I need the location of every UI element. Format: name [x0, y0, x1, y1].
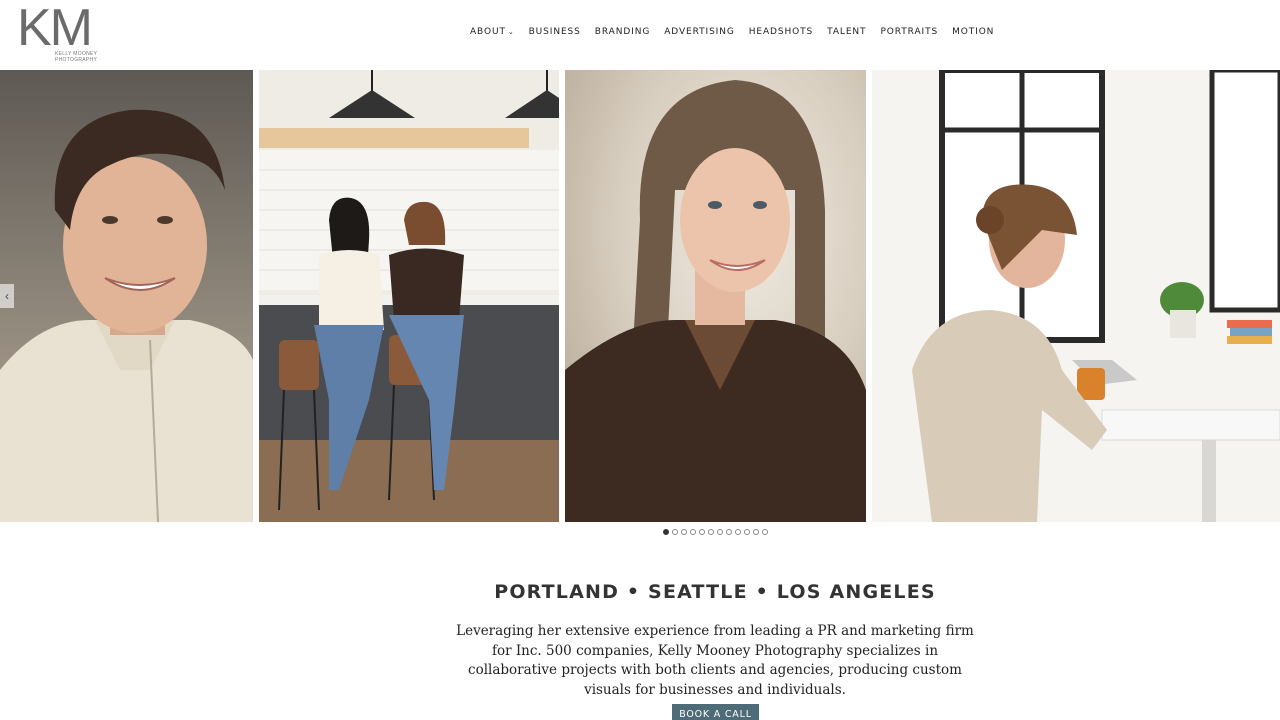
carousel-prev-button[interactable]: ‹ [0, 284, 14, 308]
carousel-dot[interactable] [681, 529, 687, 535]
carousel-dot[interactable] [690, 529, 696, 535]
carousel-dot[interactable] [672, 529, 678, 535]
desk-illustration [872, 70, 1280, 522]
nav-business[interactable]: BUSINESS [529, 27, 581, 37]
logo-mark: KM [17, 0, 93, 57]
carousel-photo-man-sweater [0, 70, 253, 522]
book-a-call-button[interactable]: BOOK A CALL [672, 704, 759, 720]
carousel-dot[interactable] [735, 529, 741, 535]
nav-branding[interactable]: BRANDING [595, 27, 650, 37]
carousel-photo-kitchen-duo [259, 70, 559, 522]
kitchen-illustration [259, 70, 559, 522]
carousel-photo-woman-brown-coat [565, 70, 866, 522]
nav-motion[interactable]: MOTION [952, 27, 994, 37]
nav-portraits[interactable]: PORTRAITS [880, 27, 938, 37]
nav-headshots[interactable]: HEADSHOTS [749, 27, 813, 37]
carousel-dot[interactable] [762, 529, 768, 535]
nav-talent[interactable]: TALENT [827, 27, 866, 37]
nav-about[interactable]: ABOUT ⌄ [470, 27, 515, 37]
chevron-down-icon: ⌄ [507, 28, 515, 36]
nav-advertising[interactable]: ADVERTISING [664, 27, 735, 37]
carousel-dot[interactable] [717, 529, 723, 535]
carousel-dot[interactable] [726, 529, 732, 535]
woman-portrait-illustration [565, 70, 866, 522]
intro-paragraph: Leveraging her extensive experience from… [456, 623, 974, 698]
carousel-dot[interactable] [744, 529, 750, 535]
carousel-dot[interactable] [663, 529, 669, 535]
site-header: KM KELLY MOONEY PHOTOGRAPHY ABOUT ⌄ BUSIN… [0, 0, 1280, 70]
carousel-photo-woman-desk [872, 70, 1280, 522]
carousel-pagination [663, 529, 768, 535]
carousel-dot[interactable] [699, 529, 705, 535]
carousel-dot[interactable] [708, 529, 714, 535]
photo-carousel: ‹ [0, 70, 1280, 522]
nav-about-label: ABOUT [470, 27, 506, 37]
main-nav: ABOUT ⌄ BUSINESS BRANDING ADVERTISING HEA… [470, 27, 1008, 37]
logo-line-2: PHOTOGRAPHY [55, 57, 98, 63]
locations-heading: PORTLAND • SEATTLE • LOS ANGELES [494, 581, 936, 603]
site-logo[interactable]: KM KELLY MOONEY PHOTOGRAPHY [17, 0, 107, 65]
chevron-left-icon: ‹ [5, 289, 9, 303]
carousel-dot[interactable] [753, 529, 759, 535]
man-portrait-illustration [0, 70, 253, 522]
